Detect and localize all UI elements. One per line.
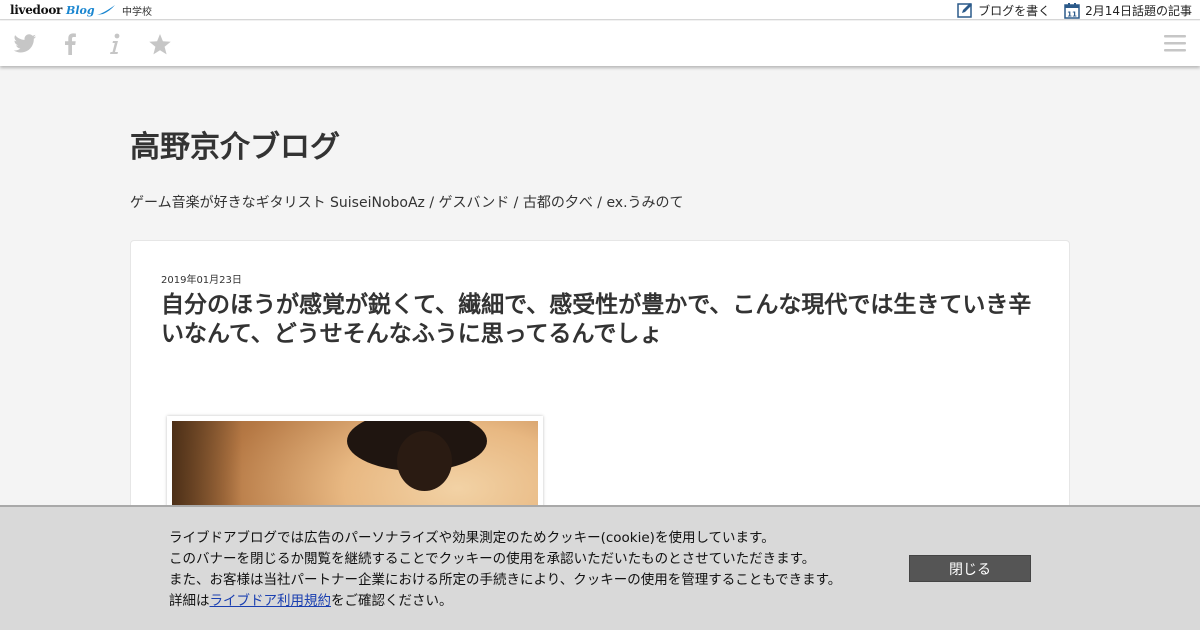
blog-wing-icon	[96, 5, 115, 15]
top-right-links: ブログを書く 11 2月14日話題の記事	[957, 1, 1192, 19]
cookie-consent-banner: ライブドアブログでは広告のパーソナライズや効果測定のためクッキー(cookie)…	[0, 505, 1200, 630]
cookie-line-3: また、お客様は当社パートナー企業における所定の手続きにより、クッキーの使用を管理…	[169, 572, 842, 588]
livedoor-top-bar: livedoor Blog 中学校 ブログを書く 11 2月14日話題の記事	[0, 0, 1200, 20]
info-icon	[110, 33, 120, 54]
facebook-icon	[65, 33, 76, 55]
twitter-share-button[interactable]	[12, 31, 38, 57]
calendar-icon: 11	[1064, 2, 1080, 19]
info-button[interactable]	[102, 31, 128, 57]
blog-title[interactable]: 高野京介ブログ	[130, 122, 340, 166]
post-date: 2019年01月23日	[161, 275, 242, 286]
cookie-notice-text: ライブドアブログでは広告のパーソナライズや効果測定のためクッキー(cookie)…	[169, 528, 841, 612]
trending-label: 2月14日話題の記事	[1085, 3, 1192, 18]
share-navbar	[0, 21, 1200, 66]
star-icon	[149, 33, 171, 54]
write-blog-label: ブログを書く	[978, 3, 1051, 18]
cookie-close-button[interactable]: 閉じる	[909, 555, 1031, 582]
write-blog-link[interactable]: ブログを書く	[957, 2, 1050, 19]
blog-description: ゲーム音楽が好きなギタリスト SuiseiNoboAz / ゲスバンド / 古都…	[130, 195, 684, 211]
hamburger-menu-icon	[1164, 35, 1186, 52]
menu-button[interactable]	[1164, 33, 1186, 53]
cookie-line-4-suffix: をご確認ください。	[331, 593, 453, 609]
favorite-button[interactable]	[147, 31, 173, 57]
calendar-day-number: 11	[1067, 10, 1077, 18]
terms-of-use-link[interactable]: ライブドア利用規約	[210, 593, 332, 609]
facebook-share-button[interactable]	[57, 31, 83, 57]
logo-blog-text: Blog	[66, 3, 95, 17]
twitter-icon	[13, 34, 37, 53]
logo-text: livedoor	[10, 3, 63, 17]
cookie-line-4: 詳細はライブドア利用規約をご確認ください。	[169, 591, 841, 612]
livedoor-blog-logo[interactable]: livedoor Blog	[10, 2, 116, 18]
cookie-line-4-prefix: 詳細は	[169, 593, 210, 609]
pencil-edit-icon	[957, 3, 973, 18]
cookie-line-1: ライブドアブログでは広告のパーソナライズや効果測定のためクッキー(cookie)…	[169, 530, 775, 546]
post-title[interactable]: 自分のほうが感覚が鋭くて、繊細で、感受性が豊かで、こんな現代では生きていき辛いな…	[161, 291, 1041, 349]
trending-articles-link[interactable]: 11 2月14日話題の記事	[1064, 2, 1192, 19]
category-link[interactable]: 中学校	[122, 3, 152, 18]
cookie-line-2: このバナーを閉じるか閲覧を継続することでクッキーの使用を承認いただいたものとさせ…	[169, 551, 816, 567]
